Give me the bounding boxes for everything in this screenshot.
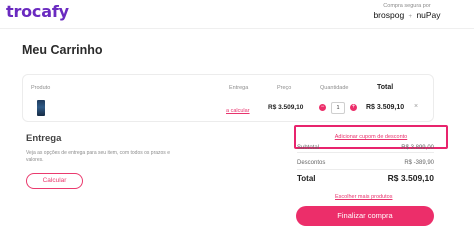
choose-more-products-link[interactable]: Escolher mais produtos	[335, 194, 392, 200]
discounts-value: R$ -389,90	[404, 160, 434, 166]
delivery-title: Entrega	[26, 133, 62, 144]
delivery-description: Veja as opções de entrega para seu item,…	[26, 150, 170, 163]
discounts-label: Descontos	[297, 160, 326, 166]
subtotal-value: R$ 3.899,00	[401, 145, 434, 151]
item-total: R$ 3.509,10	[366, 104, 405, 111]
header-divider	[0, 28, 474, 29]
page-title: Meu Carrinho	[22, 43, 103, 57]
cart-table: Produto Entrega Preço Quantidade Total a…	[22, 74, 434, 122]
subtotal-label: Subtotal	[297, 145, 320, 151]
discounts-row: Descontos R$ -389,90	[297, 158, 434, 170]
brospog-logo: brospog	[373, 10, 405, 20]
secure-purchase-label: Compra segura por	[383, 3, 431, 9]
product-thumbnail[interactable]	[37, 100, 45, 116]
total-label: Total	[297, 174, 316, 183]
remove-item-icon[interactable]: ×	[414, 103, 418, 110]
trocafy-logo[interactable]: trocafy	[6, 2, 69, 21]
column-total: Total	[377, 84, 394, 91]
calculate-shipping-button[interactable]: Calcular	[26, 173, 83, 189]
column-product: Produto	[31, 85, 51, 91]
secure-purchase-badge: Compra segura por brospog + nuPay	[352, 3, 462, 20]
subtotal-row: Subtotal R$ 3.899,00	[297, 143, 434, 153]
delivery-calculate-link[interactable]: a calcular	[226, 108, 250, 114]
column-quantity: Quantidade	[320, 85, 349, 91]
plus-separator: +	[408, 14, 413, 20]
item-price: R$ 3.509,10	[268, 104, 304, 111]
increase-quantity-button[interactable]: +	[350, 104, 357, 111]
column-delivery: Entrega	[229, 85, 249, 91]
quantity-input[interactable]: 1	[331, 102, 345, 114]
decrease-quantity-button[interactable]: −	[319, 104, 326, 111]
column-price: Preço	[277, 85, 292, 91]
payment-brands: brospog + nuPay	[352, 10, 462, 20]
nupay-logo: nuPay	[416, 10, 441, 20]
checkout-button[interactable]: Finalizar compra	[296, 206, 434, 226]
total-value: R$ 3.509,10	[387, 173, 434, 183]
